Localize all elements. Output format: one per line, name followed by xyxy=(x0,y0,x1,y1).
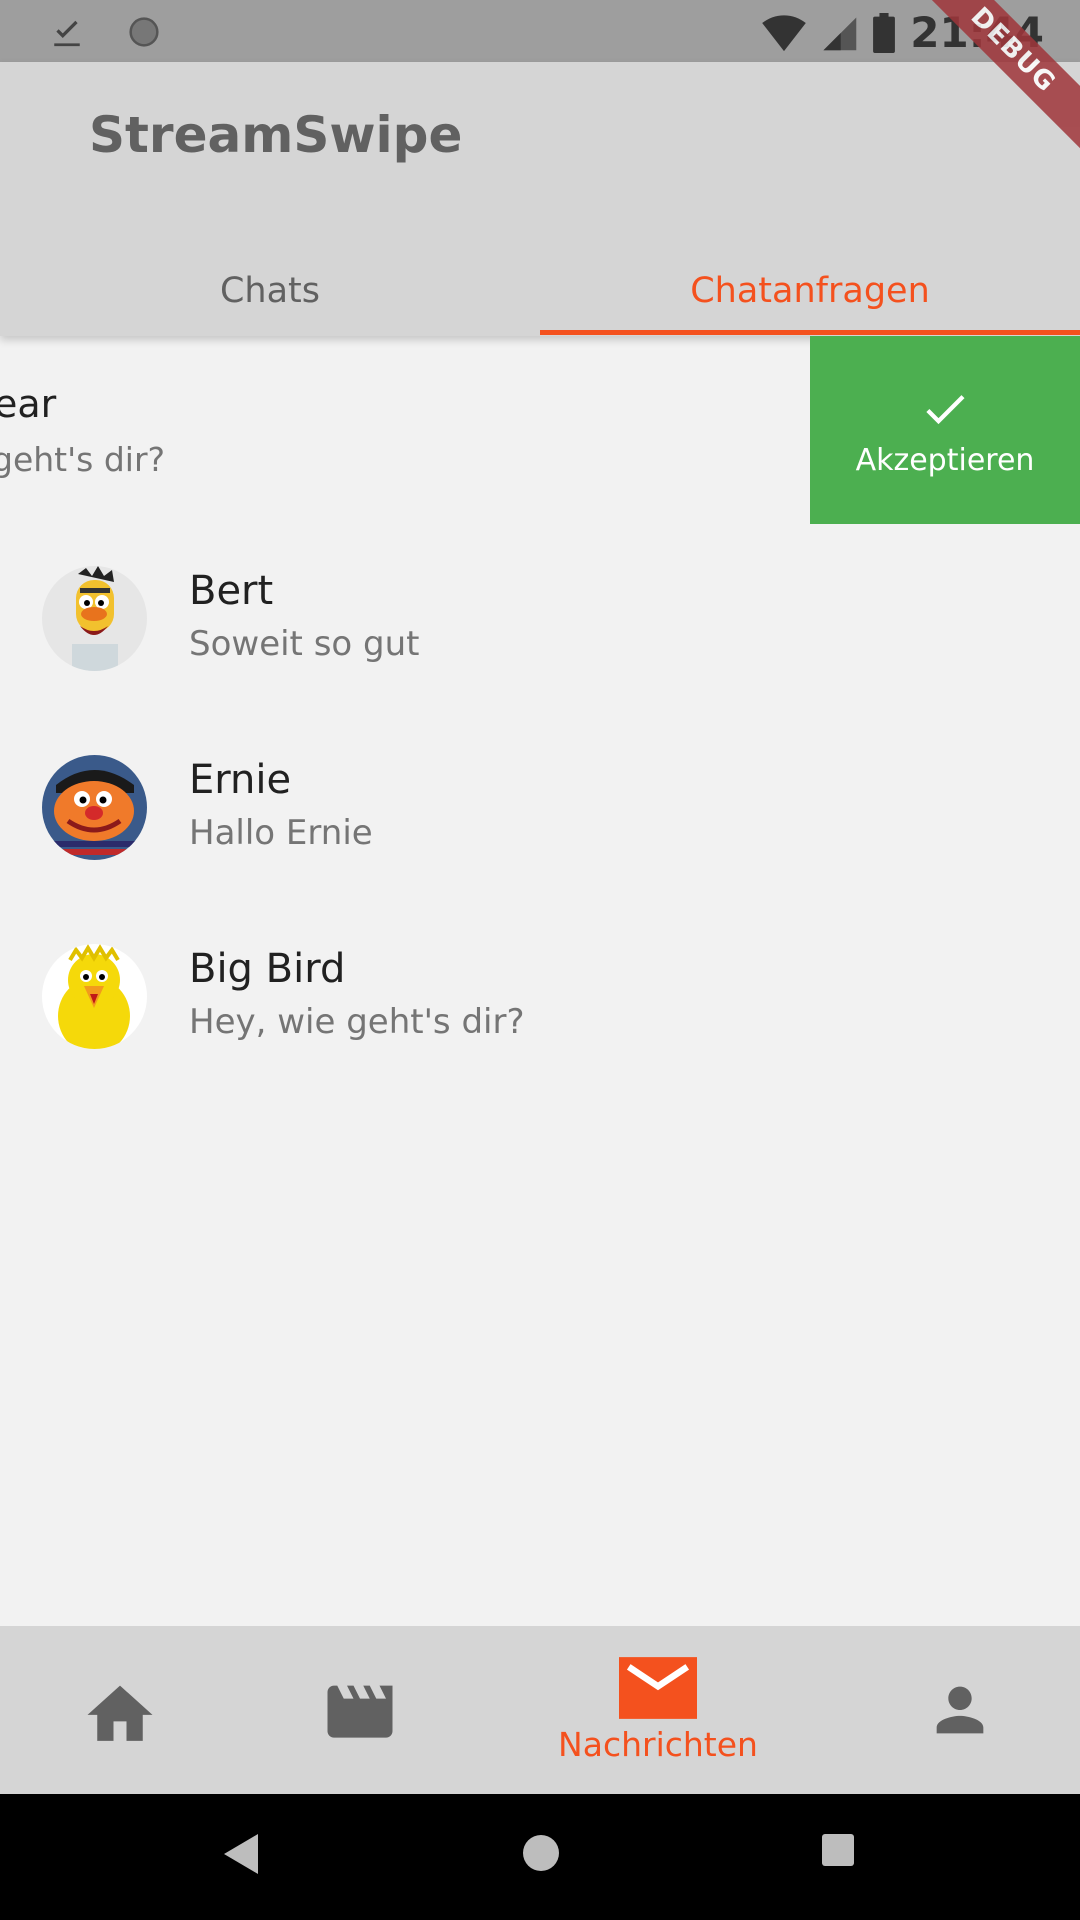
nav-movies[interactable] xyxy=(300,1626,420,1794)
tab-indicator xyxy=(540,330,1080,335)
request-name: ear xyxy=(0,382,57,426)
request-name: Bert xyxy=(189,568,274,614)
signal-icon xyxy=(823,16,857,50)
accept-label: Akzeptieren xyxy=(855,442,1035,478)
request-name: Ernie xyxy=(189,757,292,803)
app-bar: StreamSwipe Chats Chatanfragen xyxy=(0,62,1080,336)
home-button-icon[interactable] xyxy=(520,1832,562,1874)
avatar xyxy=(42,944,147,1049)
home-icon xyxy=(87,1685,153,1741)
recents-icon[interactable] xyxy=(820,1832,856,1868)
request-message: Hey, wie geht's dir? xyxy=(189,1002,525,1042)
tab-chatanfragen[interactable]: Chatanfragen xyxy=(540,247,1080,335)
bottom-navigation: Nachrichten xyxy=(0,1626,1080,1794)
nav-home[interactable] xyxy=(60,1626,180,1794)
request-message: Hallo Ernie xyxy=(189,813,373,853)
nav-messages[interactable]: Nachrichten xyxy=(518,1626,798,1794)
nav-messages-label: Nachrichten xyxy=(558,1724,758,1764)
mail-icon xyxy=(619,1656,697,1719)
request-name: Big Bird xyxy=(189,946,346,992)
system-navigation-bar xyxy=(0,1794,1080,1920)
app-title: StreamSwipe xyxy=(89,106,463,164)
tab-chats[interactable]: Chats xyxy=(0,247,540,335)
battery-icon xyxy=(873,12,896,53)
accept-button[interactable]: Akzeptieren xyxy=(810,336,1080,524)
person-icon xyxy=(936,1686,984,1734)
download-done-icon xyxy=(54,20,80,47)
list-item[interactable]: Bert Soweit so gut xyxy=(0,524,1080,713)
back-icon[interactable] xyxy=(222,1832,260,1876)
list-item[interactable]: Big Bird Hey, wie geht's dir? xyxy=(0,902,1080,1091)
movie-icon xyxy=(327,1685,393,1738)
list-item[interactable]: Ernie Hallo Ernie xyxy=(0,713,1080,902)
swiped-request-row[interactable]: ear geht's dir? Akzeptieren xyxy=(0,336,1080,524)
check-icon xyxy=(926,394,965,424)
status-bar: 21:44 xyxy=(0,0,1080,62)
request-message: Soweit so gut xyxy=(189,624,420,664)
sync-icon xyxy=(129,17,159,47)
avatar xyxy=(42,566,147,671)
wifi-icon xyxy=(762,14,807,51)
avatar xyxy=(42,755,147,860)
request-message: geht's dir? xyxy=(0,440,166,479)
nav-profile[interactable] xyxy=(900,1626,1020,1794)
